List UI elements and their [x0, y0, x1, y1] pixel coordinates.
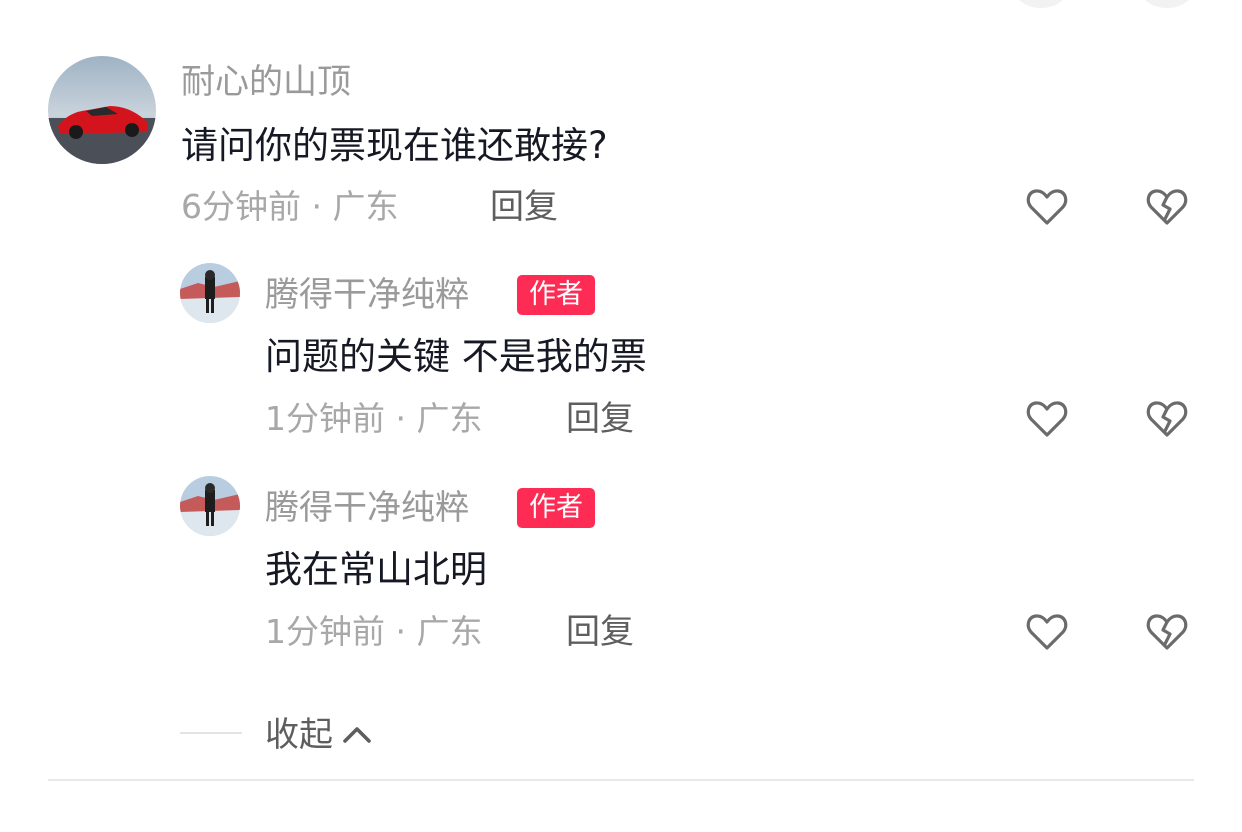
reply-button[interactable]: 回复: [566, 397, 634, 441]
comment-meta: 1分钟前 · 广东: [265, 399, 483, 438]
broken-heart-icon: [1146, 189, 1188, 225]
collapse-divider-line: [180, 732, 242, 734]
avatar-red-car-image: [48, 56, 156, 164]
author-badge: 作者: [517, 275, 595, 315]
avatar[interactable]: [180, 476, 240, 536]
top-action-button[interactable]: [1012, 0, 1070, 8]
like-button[interactable]: [1023, 608, 1071, 656]
comment-username[interactable]: 腾得干净纯粹: [265, 273, 469, 317]
author-badge: 作者: [517, 488, 595, 528]
avatar[interactable]: [48, 56, 156, 164]
comment-username[interactable]: 腾得干净纯粹: [265, 486, 469, 530]
reply-button[interactable]: 回复: [490, 185, 558, 229]
comment-username[interactable]: 耐心的山顶: [181, 60, 351, 104]
collapse-label: 收起: [265, 715, 333, 755]
avatar[interactable]: [180, 263, 240, 323]
comment-text: 问题的关键 不是我的票: [265, 335, 647, 378]
broken-heart-icon: [1146, 614, 1188, 650]
chevron-up-icon: [343, 727, 371, 743]
comment-text: 我在常山北明: [265, 548, 487, 591]
dislike-button[interactable]: [1143, 395, 1191, 443]
comment-text: 请问你的票现在谁还敢接?: [181, 124, 608, 167]
like-button[interactable]: [1023, 395, 1071, 443]
top-action-button[interactable]: [1138, 0, 1196, 8]
comment-meta: 6分钟前 · 广东: [181, 187, 399, 226]
broken-heart-icon: [1146, 401, 1188, 437]
heart-outline-icon: [1026, 189, 1068, 225]
like-button[interactable]: [1023, 183, 1071, 231]
reply-button[interactable]: 回复: [566, 610, 634, 654]
collapse-replies-button[interactable]: 收起: [265, 712, 373, 758]
dislike-button[interactable]: [1143, 183, 1191, 231]
comment-thread: 耐心的山顶 请问你的票现在谁还敢接? 6分钟前 · 广东 回复 腾得干净纯粹 作…: [0, 0, 1242, 832]
avatar-person-image: [180, 476, 240, 536]
heart-outline-icon: [1026, 401, 1068, 437]
avatar-person-image: [180, 263, 240, 323]
dislike-button[interactable]: [1143, 608, 1191, 656]
heart-outline-icon: [1026, 614, 1068, 650]
section-divider: [48, 779, 1194, 781]
comment-meta: 1分钟前 · 广东: [265, 612, 483, 651]
